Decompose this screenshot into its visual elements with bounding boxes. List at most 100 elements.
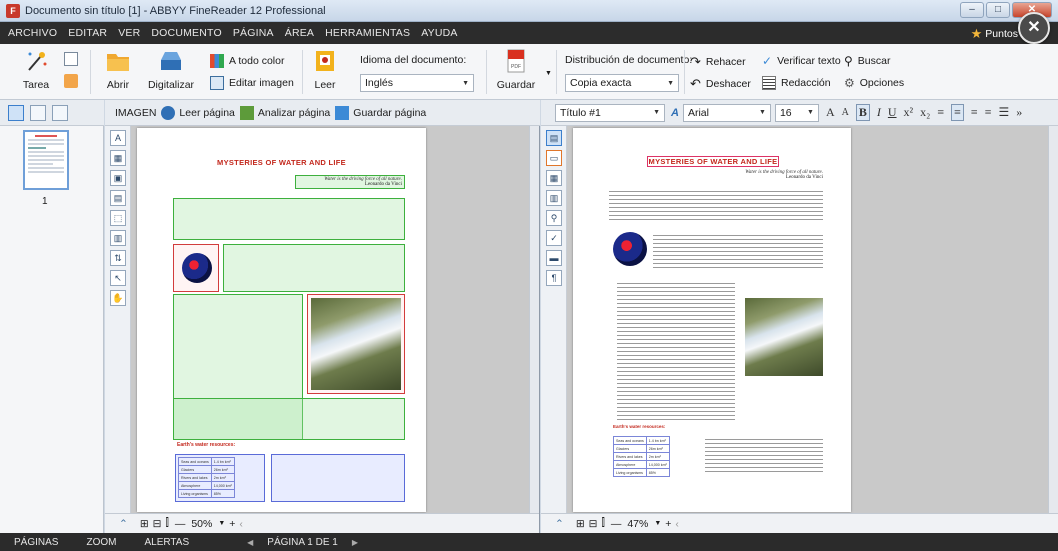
zoom-out-icon[interactable]: — bbox=[175, 518, 186, 530]
bold-button[interactable]: B bbox=[855, 104, 870, 121]
menu-documento[interactable]: DOCUMENTO bbox=[151, 27, 221, 39]
fit-page-icon[interactable]: ⊞ bbox=[576, 518, 585, 530]
menu-pagina[interactable]: PÁGINA bbox=[233, 27, 274, 39]
order-areas-tool-icon[interactable]: ⇅ bbox=[110, 250, 126, 266]
subscript-button[interactable]: x₂ bbox=[920, 105, 930, 120]
account-points[interactable]: ★ Puntos bbox=[971, 26, 1018, 42]
zoom-in-icon[interactable]: + bbox=[665, 518, 671, 530]
underline-button[interactable]: U bbox=[888, 105, 897, 120]
scan-table-block[interactable]: Seas and oceans 1.4 bn km³ Glaciers 26m km… bbox=[175, 454, 265, 502]
editar-imagen-button[interactable]: Editar imagen bbox=[210, 76, 294, 90]
recognized-quote[interactable]: Water is the driving force of all nature… bbox=[723, 170, 823, 180]
scan-text-block[interactable] bbox=[271, 454, 405, 502]
image-area-tool-icon[interactable]: ▦ bbox=[110, 150, 126, 166]
paragraph-marks-icon[interactable]: ¶ bbox=[546, 270, 562, 286]
font-style-icon[interactable]: A bbox=[671, 107, 679, 119]
overlay-close-icon[interactable]: ✕ bbox=[1018, 12, 1050, 44]
align-left-icon[interactable]: ≡ bbox=[937, 105, 944, 120]
deshacer-button[interactable]: ↶ Deshacer bbox=[690, 76, 751, 92]
verify-icon[interactable]: ✓ bbox=[546, 230, 562, 246]
menu-archivo[interactable]: ARCHIVO bbox=[8, 27, 57, 39]
fit-width-icon[interactable]: ⊟ bbox=[589, 518, 598, 530]
guardar-pagina-button[interactable]: Guardar página bbox=[335, 105, 426, 120]
text-scrollbar[interactable] bbox=[1048, 126, 1058, 513]
recognized-paragraph[interactable] bbox=[705, 436, 823, 474]
page-properties-icon[interactable] bbox=[52, 104, 68, 121]
rehacer-button[interactable]: ↷ Rehacer bbox=[690, 54, 746, 70]
menu-editar[interactable]: EDITAR bbox=[68, 27, 107, 39]
scroll-left-icon[interactable]: ‹ bbox=[239, 518, 243, 530]
scan-text-block[interactable] bbox=[173, 398, 405, 440]
text-zoom-value[interactable]: 47% bbox=[627, 518, 648, 530]
chevron-down-icon[interactable]: ▼ bbox=[654, 520, 661, 527]
recognized-paragraph[interactable] bbox=[653, 232, 823, 270]
idioma-select[interactable]: Inglés ▼ bbox=[360, 74, 474, 92]
status-tab-paginas[interactable]: PÁGINAS bbox=[14, 537, 58, 548]
leer-pagina-button[interactable]: Leer página bbox=[161, 105, 235, 120]
grow-font-button[interactable]: A bbox=[826, 105, 835, 120]
style-select[interactable]: Título #1 ▼ bbox=[555, 103, 665, 122]
styles-icon[interactable]: ▬ bbox=[546, 250, 562, 266]
folder-small-icon[interactable] bbox=[64, 74, 78, 88]
guardar-button[interactable]: PDF Guardar bbox=[494, 48, 538, 91]
page-thumbnail[interactable] bbox=[23, 130, 69, 190]
opciones-button[interactable]: ⚙ Opciones bbox=[844, 76, 904, 90]
pointer-tool-icon[interactable]: ↖ bbox=[110, 270, 126, 286]
status-tab-zoom[interactable]: ZOOM bbox=[86, 537, 116, 548]
menu-herramientas[interactable]: HERRAMIENTAS bbox=[325, 27, 410, 39]
new-document-icon[interactable] bbox=[64, 52, 78, 66]
align-center-icon[interactable]: ≡ bbox=[951, 104, 964, 121]
tarea-button[interactable]: Tarea bbox=[18, 48, 54, 91]
distribucion-select[interactable]: Copia exacta ▼ bbox=[565, 74, 679, 92]
justify-icon[interactable]: ≡ bbox=[985, 105, 992, 120]
menu-ayuda[interactable]: AYUDA bbox=[421, 27, 457, 39]
fit-height-icon[interactable]: ⫿ bbox=[601, 517, 604, 530]
table-area-tool-icon[interactable]: ▤ bbox=[110, 190, 126, 206]
redaccion-button[interactable]: Redacción bbox=[762, 76, 831, 90]
font-size-select[interactable]: 16 ▼ bbox=[774, 103, 819, 122]
digitalizar-button[interactable]: Digitalizar bbox=[143, 48, 199, 91]
shrink-font-button[interactable]: A bbox=[842, 107, 849, 118]
thumbnails-view-icon[interactable] bbox=[8, 104, 24, 121]
align-right-icon[interactable]: ≡ bbox=[971, 105, 978, 120]
minimize-button[interactable]: – bbox=[960, 2, 984, 18]
scroll-left-icon[interactable]: ‹ bbox=[675, 518, 679, 530]
picture-area-tool-icon[interactable]: ▣ bbox=[110, 170, 126, 186]
barcode-area-tool-icon[interactable]: ▥ bbox=[110, 230, 126, 246]
more-tools-icon[interactable]: » bbox=[1016, 105, 1022, 120]
maximize-button[interactable]: □ bbox=[986, 2, 1010, 18]
menu-area[interactable]: ÁREA bbox=[285, 27, 314, 39]
recognized-paragraph[interactable] bbox=[617, 280, 735, 420]
hand-tool-icon[interactable]: ✋ bbox=[110, 290, 126, 306]
image-scrollbar[interactable] bbox=[529, 126, 539, 513]
collapse-icon[interactable]: ⌃ bbox=[555, 518, 564, 530]
buscar-button[interactable]: ⚲ Buscar bbox=[844, 54, 890, 68]
abrir-button[interactable]: Abrir bbox=[100, 48, 136, 91]
leer-button[interactable]: Leer bbox=[308, 48, 342, 91]
scan-quote-block[interactable]: Water is the driving force of all nature… bbox=[295, 175, 405, 189]
analizar-pagina-button[interactable]: Analizar página bbox=[239, 105, 330, 120]
scan-text-block[interactable] bbox=[223, 244, 405, 292]
verificar-texto-button[interactable]: ✓ Verificar texto bbox=[762, 54, 841, 68]
page-layout-icon[interactable]: ▭ bbox=[546, 150, 562, 166]
selected-title-frame[interactable]: MYSTERIES OF WATER AND LIFE bbox=[647, 156, 779, 167]
zoom-in-icon[interactable]: + bbox=[229, 518, 235, 530]
details-view-icon[interactable] bbox=[30, 104, 46, 121]
italic-button[interactable]: I bbox=[877, 105, 881, 120]
zoom-out-icon[interactable]: — bbox=[611, 518, 622, 530]
next-page-icon[interactable]: ▶ bbox=[352, 538, 358, 547]
text-view-icon[interactable]: ▤ bbox=[546, 130, 562, 146]
recognized-paragraph[interactable] bbox=[609, 188, 823, 222]
fit-height-icon[interactable]: ⫿ bbox=[165, 517, 168, 530]
a-todo-color-button[interactable]: A todo color bbox=[210, 54, 284, 68]
recognized-water-table[interactable]: Seas and oceans 1.4 bn km³ Glaciers 26m km… bbox=[613, 436, 670, 477]
font-select[interactable]: Arial ▼ bbox=[682, 103, 771, 122]
scan-picture-block[interactable] bbox=[307, 294, 405, 394]
list-icon[interactable]: ☰ bbox=[998, 105, 1009, 120]
chevron-down-icon[interactable]: ▼ bbox=[218, 520, 225, 527]
image-zoom-value[interactable]: 50% bbox=[191, 518, 212, 530]
scan-picture-block[interactable] bbox=[173, 244, 219, 292]
text-area-tool-icon[interactable]: A bbox=[110, 130, 126, 146]
background-area-tool-icon[interactable]: ⬚ bbox=[110, 210, 126, 226]
fit-page-icon[interactable]: ⊞ bbox=[140, 518, 149, 530]
